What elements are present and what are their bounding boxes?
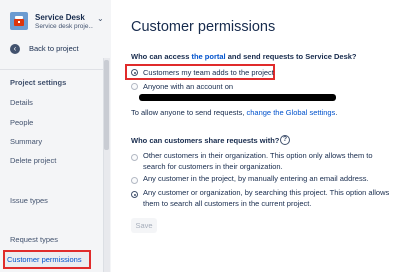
share-option-search-label[interactable]: Any customer or organization, by searchi… bbox=[143, 188, 393, 209]
page-title: Customer permissions bbox=[131, 19, 276, 35]
allow-anyone-prefix: To allow anyone to send requests, bbox=[131, 108, 247, 117]
arrow-left-icon: ‹ bbox=[10, 44, 20, 54]
sidebar-item-summary[interactable]: Summary bbox=[10, 137, 42, 146]
sidebar-item-request-types[interactable]: Request types bbox=[10, 235, 58, 244]
allow-anyone-text: To allow anyone to send requests, change… bbox=[131, 108, 337, 117]
redacted-account-name bbox=[139, 94, 336, 101]
access-option-team-label[interactable]: Customers my team adds to the project bbox=[143, 68, 274, 77]
share-option-organization-radio[interactable] bbox=[131, 154, 138, 161]
sidebar-item-people[interactable]: People bbox=[10, 118, 33, 127]
project-avatar-icon bbox=[10, 12, 28, 30]
share-option-organization-label[interactable]: Other customers in their organization. T… bbox=[143, 151, 393, 172]
access-option-team-radio[interactable] bbox=[131, 69, 138, 76]
back-to-project-label: Back to project bbox=[29, 44, 79, 53]
share-option-email-label[interactable]: Any customer in the project, by manually… bbox=[143, 174, 393, 185]
sidebar-item-details[interactable]: Details bbox=[10, 98, 33, 107]
global-settings-link[interactable]: change the Global settings bbox=[247, 108, 336, 117]
sidebar-section-title: Project settings bbox=[10, 78, 67, 87]
access-option-anyone-label[interactable]: Anyone with an account on bbox=[143, 82, 233, 91]
sidebar bbox=[0, 0, 111, 272]
chevron-down-icon[interactable]: ⌄ bbox=[97, 14, 104, 23]
sidebar-scroll-thumb[interactable] bbox=[104, 60, 109, 150]
project-header[interactable]: Service Desk Service desk proje... ⌄ bbox=[6, 9, 106, 35]
sidebar-item-delete-project[interactable]: Delete project bbox=[10, 156, 56, 165]
access-option-anyone-radio[interactable] bbox=[131, 83, 138, 90]
sidebar-item-issue-types[interactable]: Issue types bbox=[10, 196, 48, 205]
help-icon[interactable]: ? bbox=[280, 135, 290, 145]
share-option-email-radio[interactable] bbox=[131, 177, 138, 184]
access-question-suffix: and send requests to Service Desk? bbox=[225, 52, 357, 61]
project-name: Service Desk bbox=[35, 13, 85, 22]
allow-anyone-suffix: . bbox=[335, 108, 338, 117]
portal-link[interactable]: the portal bbox=[191, 52, 225, 61]
project-subtitle: Service desk proje... bbox=[35, 23, 93, 30]
save-button[interactable]: Save bbox=[131, 218, 157, 233]
sidebar-item-customer-permissions[interactable]: Customer permissions bbox=[7, 255, 82, 264]
share-option-search-radio[interactable] bbox=[131, 191, 138, 198]
access-question-prefix: Who can access bbox=[131, 52, 192, 61]
share-question: Who can customers share requests with? bbox=[131, 136, 280, 145]
access-question: Who can access the portal and send reque… bbox=[131, 52, 357, 61]
sidebar-divider bbox=[0, 69, 103, 70]
